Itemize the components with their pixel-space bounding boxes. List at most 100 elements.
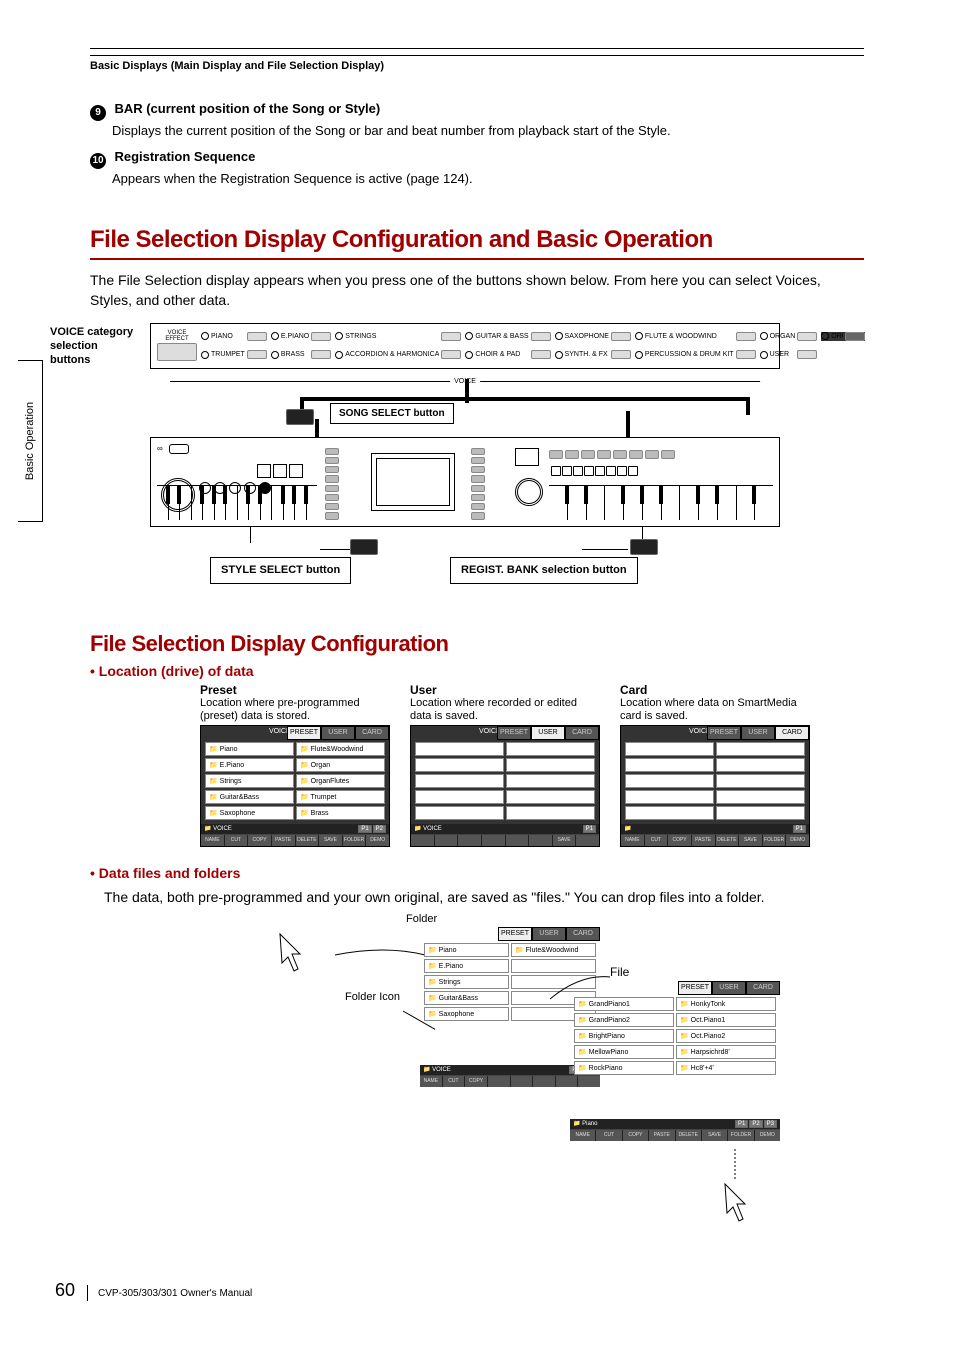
h1-main: File Selection Display Configuration and… — [90, 226, 864, 260]
content: 9 BAR (current position of the Song or S… — [90, 100, 864, 1259]
voice-btn-brass: BRASS — [271, 350, 331, 359]
list-item — [716, 758, 805, 772]
voice-btn-organ: ORGAN — [760, 332, 818, 341]
list-item: 📁 BrightPiano — [574, 1029, 674, 1043]
list-item — [625, 806, 714, 820]
voice-btn-user: USER — [760, 350, 818, 359]
drive-user-ds: Location where recorded or edited data i… — [410, 697, 600, 725]
list-item — [625, 742, 714, 756]
list-item: 📁 E.Piano — [424, 959, 509, 973]
voice-btn-percussion-drum-kit: PERCUSSION & DRUM KIT — [635, 350, 756, 359]
list-item: 📁 Guitar&Bass — [424, 991, 509, 1005]
df-desc: The data, both pre-programmed and your o… — [104, 887, 864, 907]
folderfig-right-shot: VOICE(RIGHT1)PRESETUSERCARD📁 GrandPiano1… — [570, 981, 780, 1141]
voice-btn-trumpet: TRUMPET — [201, 350, 267, 359]
bullet-10: 10 — [90, 153, 106, 169]
list-item: 📁 Piano — [424, 943, 509, 957]
list-item: 📁 Brass — [296, 806, 385, 820]
h2-config: File Selection Display Configuration — [90, 631, 864, 657]
list-item — [716, 806, 805, 820]
list-item: 📁 MellowPiano — [574, 1045, 674, 1059]
list-item: 📁 Oct.Piano1 — [676, 1013, 776, 1027]
list-item: 📁 Strings — [424, 975, 509, 989]
def-bar-desc: Displays the current position of the Son… — [112, 123, 864, 138]
list-item — [506, 742, 595, 756]
voice-category-row: PIANO E.PIANO STRINGS GUITAR & BASS SAXOPHON… — [150, 323, 780, 369]
voice-btn-guitar-bass: GUITAR & BASS — [465, 332, 550, 341]
voice-effect-btn: VOICE EFFECT — [157, 330, 197, 361]
list-item: 📁 Organ — [296, 758, 385, 772]
voice-btn-piano: PIANO — [201, 332, 267, 341]
drive-card-hd: Card — [620, 683, 810, 697]
drive-preset: Preset Location where pre-programmed (pr… — [200, 683, 390, 847]
manual-label: CVP-305/303/301 Owner's Manual — [87, 1285, 252, 1301]
def-bar: 9 BAR (current position of the Song or S… — [90, 100, 864, 138]
list-item: 📁 Hc8'+4' — [676, 1061, 776, 1075]
style-select-label: STYLE SELECT button — [221, 564, 340, 577]
list-item: 📁 Oct.Piano2 — [676, 1029, 776, 1043]
list-item — [506, 774, 595, 788]
list-item: 📁 OrganFlutes — [296, 774, 385, 788]
list-item: 📁 Saxophone — [205, 806, 294, 820]
def-bar-title: BAR (current position of the Song or Sty… — [114, 101, 380, 116]
drive-user-shot: VOICE(RIGHT1)PRESETUSERCARD📁 VOICEP1SAVE — [410, 725, 600, 847]
drive-user-hd: User — [410, 683, 600, 697]
top-rule — [90, 48, 864, 49]
drive-card-shot: VOICE(RIGHT1)PRESETUSERCARD📁 P1NAMECUTCO… — [620, 725, 810, 847]
def-reg-desc: Appears when the Registration Sequence i… — [112, 171, 864, 186]
voice-cat-label: VOICE category selection buttons — [50, 325, 140, 368]
style-select-chip — [350, 539, 378, 555]
drives-row: Preset Location where pre-programmed (pr… — [200, 683, 864, 847]
footer: 60 CVP-305/303/301 Owner's Manual — [55, 1280, 252, 1301]
list-item — [716, 742, 805, 756]
list-item: 📁 Harpsichrd8' — [676, 1045, 776, 1059]
bullet-9: 9 — [90, 105, 106, 121]
voice-btn-synth-fx: SYNTH. & FX — [555, 350, 631, 359]
def-reg-title: Registration Sequence — [114, 149, 255, 164]
list-item — [415, 742, 504, 756]
list-item: 📁 E.Piano — [205, 758, 294, 772]
list-item — [506, 758, 595, 772]
drive-card: Card Location where data on SmartMedia c… — [620, 683, 810, 847]
list-item: 📁 GrandPiano2 — [574, 1013, 674, 1027]
list-item — [625, 790, 714, 804]
side-tab-label: Basic Operation — [24, 402, 36, 480]
top-rule-2 — [90, 55, 864, 56]
list-item: 📁 HonkyTonk — [676, 997, 776, 1011]
loc-heading: • Location (drive) of data — [90, 663, 864, 679]
running-head: Basic Displays (Main Display and File Se… — [90, 60, 384, 72]
drive-preset-ds: Location where pre-programmed (preset) d… — [200, 697, 390, 725]
list-item: 📁 Flute&Woodwind — [511, 943, 596, 957]
list-item: 📁 Piano — [205, 742, 294, 756]
leader-svg — [325, 945, 435, 1035]
list-item: 📁 Trumpet — [296, 790, 385, 804]
voice-btn-saxophone: SAXOPHONE — [555, 332, 631, 341]
list-item — [415, 758, 504, 772]
list-item — [506, 806, 595, 820]
list-item — [625, 758, 714, 772]
drive-preset-hd: Preset — [200, 683, 390, 697]
cursor-svg-1 — [270, 929, 330, 989]
callout-bottom: STYLE SELECT button REGIST. BANK selecti… — [150, 527, 780, 607]
folder-figure: Folder Folder Icon VOICE(RIGHT1)PRESETUS… — [290, 919, 864, 1259]
df-heading: • Data files and folders — [90, 865, 864, 881]
list-item — [415, 806, 504, 820]
cursor-svg-2 — [710, 1149, 770, 1229]
page-number: 60 — [55, 1280, 75, 1301]
side-tab: Basic Operation — [18, 360, 43, 522]
regist-box: REGIST. BANK selection button — [450, 557, 638, 584]
regist-chip — [630, 539, 658, 555]
voice-btn-strings: STRINGS — [335, 332, 461, 341]
list-item — [506, 790, 595, 804]
drive-preset-shot: VOICE(RIGHT1)PRESETUSERCARD📁 Piano📁 Flut… — [200, 725, 390, 847]
intro-text: The File Selection display appears when … — [90, 270, 864, 311]
panel-figure: VOICE category selection buttons PIANOE.… — [140, 323, 780, 607]
list-item — [625, 774, 714, 788]
voice-btn-organ-flutes: ORGAN FLUTES — [821, 332, 865, 341]
drive-user: User Location where recorded or edited d… — [410, 683, 600, 847]
def-reg-seq: 10 Registration Sequence Appears when th… — [90, 148, 864, 186]
list-item — [716, 790, 805, 804]
voice-btn-e-piano: E.PIANO — [271, 332, 331, 341]
voice-btn-accordion-harmonica: ACCORDION & HARMONICA — [335, 350, 461, 359]
song-select-box: SONG SELECT button — [330, 403, 454, 424]
